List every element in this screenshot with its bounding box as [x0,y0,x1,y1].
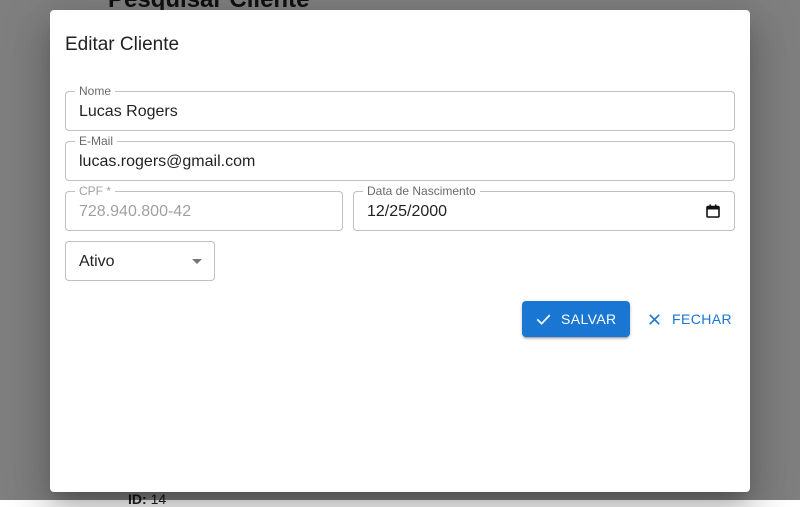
close-button-label: FECHAR [672,311,732,327]
status-select-value[interactable]: Ativo [79,252,115,271]
email-field-label: E-Mail [75,134,118,148]
calendar-icon[interactable] [706,204,720,218]
name-field[interactable]: Nome Lucas Rogers [65,84,735,131]
birth-date-field-label: Data de Nascimento [363,184,480,198]
cpf-field-value: 728.940.800-42 [79,203,192,220]
birth-date-field-value[interactable]: 12/25/2000 [367,202,447,221]
email-field-value[interactable]: lucas.rogers@gmail.com [79,152,255,171]
birth-date-field[interactable]: Data de Nascimento 12/25/2000 [353,184,735,231]
email-field[interactable]: E-Mail lucas.rogers@gmail.com [65,134,735,181]
save-button-label: SALVAR [561,311,617,327]
name-field-value[interactable]: Lucas Rogers [79,102,178,121]
cpf-field: CPF * 728.940.800-42 [65,184,343,231]
save-button[interactable]: SALVAR [522,301,630,337]
close-button[interactable]: FECHAR [638,301,732,337]
name-field-label: Nome [75,84,116,98]
cpf-field-label: CPF * [75,184,116,198]
close-icon [649,314,660,325]
edit-client-dialog: Editar Cliente Nome Lucas Rogers E-Mail … [50,10,750,492]
check-icon [536,314,551,325]
status-select[interactable]: Ativo [65,241,215,281]
dialog-title: Editar Cliente [65,34,180,55]
caret-down-icon[interactable] [192,259,202,264]
